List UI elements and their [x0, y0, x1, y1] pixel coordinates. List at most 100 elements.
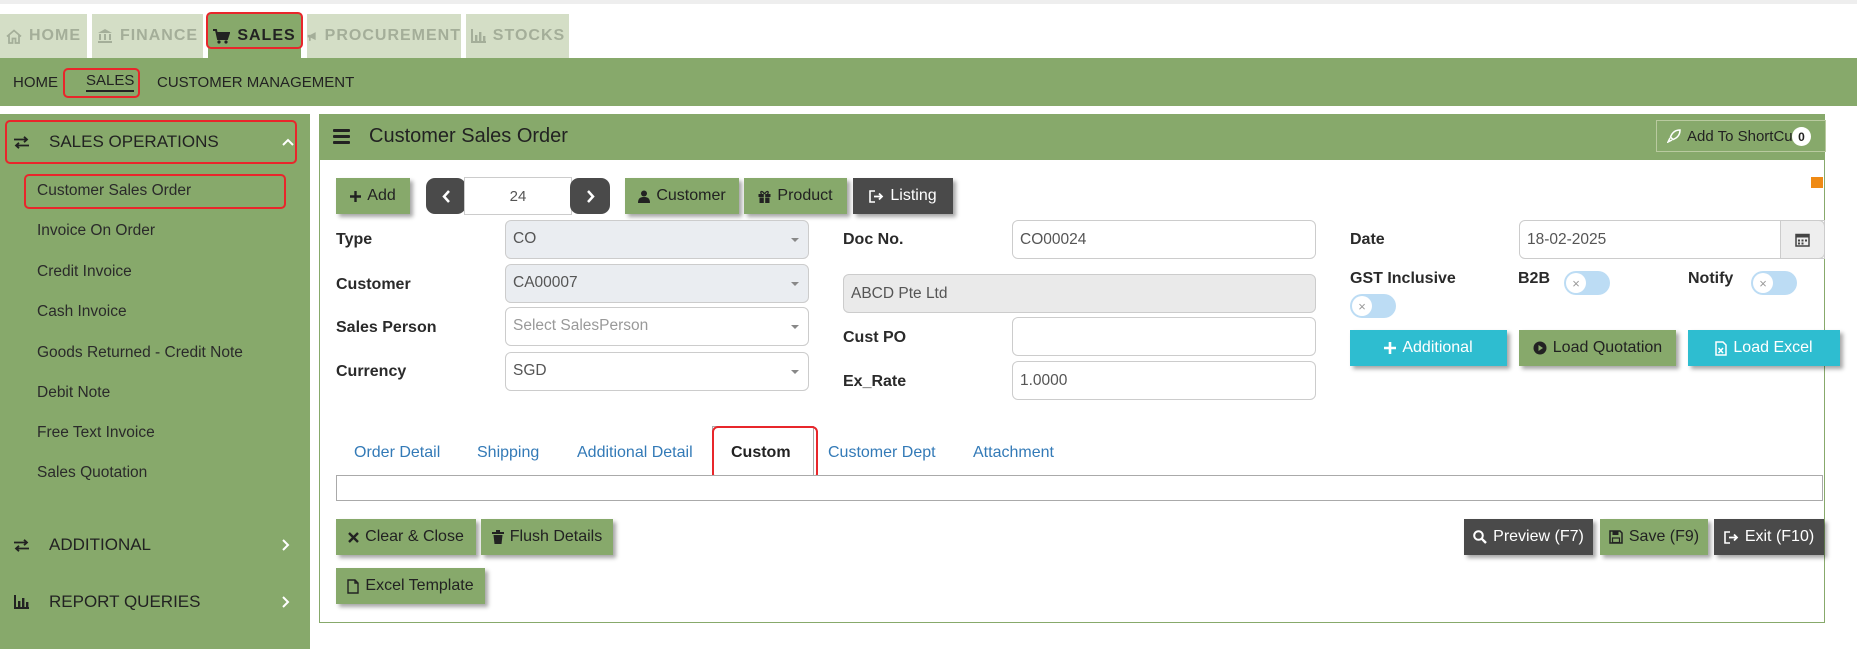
- add-button[interactable]: Add: [336, 178, 410, 214]
- excel-template-button[interactable]: Excel Template: [336, 568, 485, 604]
- add-to-shortcut-button[interactable]: Add To ShortCut 0: [1656, 120, 1826, 152]
- type-label: Type: [336, 231, 373, 248]
- plus-icon: [1384, 342, 1397, 354]
- close-icon: ×: [1566, 273, 1586, 293]
- notify-label: Notify: [1688, 270, 1734, 287]
- customer-button[interactable]: Customer: [625, 178, 739, 214]
- sidebar-item-label: Debit Note: [37, 384, 111, 401]
- sidebar-section-report-queries[interactable]: REPORT QUERIES: [0, 579, 310, 625]
- tab-attachment[interactable]: Attachment: [973, 444, 1054, 462]
- sidebar-item-credit-invoice[interactable]: Credit Invoice: [37, 263, 132, 281]
- b2b-toggle[interactable]: ×: [1564, 271, 1610, 295]
- gst-inclusive-toggle[interactable]: ×: [1350, 294, 1396, 318]
- module-tab-label: HOME: [29, 27, 81, 44]
- module-tab-stocks[interactable]: STOCKS: [466, 14, 569, 58]
- sidebar-item-goods-returned[interactable]: Goods Returned - Credit Note: [37, 344, 243, 362]
- cust-po-field[interactable]: [1012, 317, 1316, 356]
- ex-rate-field[interactable]: 1.0000: [1012, 361, 1316, 400]
- add-button-label: Add: [367, 187, 396, 204]
- module-tab-procurement[interactable]: PROCUREMENT: [307, 14, 461, 58]
- currency-select[interactable]: SGD: [505, 352, 809, 391]
- notify-toggle[interactable]: ×: [1751, 271, 1797, 295]
- load-quotation-button-label: Load Quotation: [1552, 339, 1663, 356]
- sidebar-item-debit-note[interactable]: Debit Note: [37, 384, 110, 402]
- flush-details-button-label: Flush Details: [509, 528, 603, 545]
- listing-button-label: Listing: [890, 187, 937, 204]
- module-tab-home[interactable]: HOME: [0, 14, 87, 58]
- subnav-label: HOME: [13, 73, 58, 91]
- clear-close-button[interactable]: Clear & Close: [336, 519, 476, 555]
- product-button-label: Product: [777, 187, 833, 204]
- listing-button[interactable]: Listing: [853, 178, 953, 214]
- tab-shipping[interactable]: Shipping: [477, 444, 539, 462]
- tab-custom[interactable]: Custom: [731, 444, 791, 462]
- dropdown-caret-icon: [791, 325, 799, 329]
- module-tab-sales[interactable]: SALES: [208, 14, 301, 58]
- chevron-right-icon: [586, 189, 595, 203]
- sign-out-icon: [869, 189, 884, 203]
- product-button[interactable]: Product: [744, 178, 847, 214]
- sidebar-item-cash-invoice[interactable]: Cash Invoice: [37, 303, 127, 321]
- previous-record-button[interactable]: [426, 178, 466, 214]
- load-excel-button[interactable]: Load Excel: [1688, 330, 1840, 366]
- sidebar-section-additional[interactable]: ADDITIONAL: [0, 522, 310, 568]
- sidebar-item-invoice-on-order[interactable]: Invoice On Order: [37, 222, 155, 240]
- dropdown-caret-icon: [791, 282, 799, 286]
- module-tab-label: PROCUREMENT: [324, 27, 461, 44]
- sidebar-section-sales-operations[interactable]: SALES OPERATIONS: [0, 119, 310, 165]
- exit-button[interactable]: Exit (F10): [1714, 519, 1824, 555]
- clear-close-button-label: Clear & Close: [365, 528, 464, 545]
- subnav-home[interactable]: HOME: [13, 58, 58, 106]
- panel-header: Customer Sales Order: [319, 114, 1825, 160]
- load-excel-button-label: Load Excel: [1733, 339, 1813, 356]
- date-picker-button[interactable]: [1780, 220, 1825, 259]
- file-icon: [347, 578, 360, 594]
- calendar-icon: [1795, 233, 1810, 247]
- sidebar-item-label: Free Text Invoice: [37, 424, 155, 441]
- b2b-label: B2B: [1518, 270, 1551, 287]
- next-record-button[interactable]: [570, 178, 610, 214]
- hamburger-menu-icon[interactable]: [333, 129, 350, 144]
- tab-additional-detail[interactable]: Additional Detail: [577, 444, 693, 462]
- exchange-icon: [14, 135, 29, 149]
- excel-template-button-label: Excel Template: [365, 577, 474, 594]
- preview-button[interactable]: Preview (F7): [1464, 519, 1593, 555]
- save-button-label: Save (F9): [1628, 528, 1700, 545]
- module-tab-finance[interactable]: FINANCE: [92, 14, 203, 58]
- additional-button[interactable]: Additional: [1350, 330, 1507, 366]
- currency-select-value: SGD: [513, 362, 547, 379]
- plus-icon: [350, 190, 362, 202]
- flush-details-button[interactable]: Flush Details: [481, 519, 613, 555]
- megaphone-icon: [307, 31, 316, 41]
- tab-order-detail[interactable]: Order Detail: [354, 444, 440, 462]
- preview-button-label: Preview (F7): [1493, 528, 1584, 545]
- sidebar-item-label: Cash Invoice: [37, 303, 127, 320]
- sidebar-item-free-text-invoice[interactable]: Free Text Invoice: [37, 424, 155, 442]
- shortcut-count-badge: 0: [1792, 127, 1811, 146]
- module-tab-label: FINANCE: [119, 27, 199, 44]
- subnav-sales[interactable]: SALES: [86, 58, 135, 106]
- type-select[interactable]: CO: [505, 220, 809, 259]
- type-select-value: CO: [513, 230, 537, 247]
- sidebar-item-customer-sales-order[interactable]: Customer Sales Order: [37, 182, 191, 200]
- chevron-up-icon: [282, 138, 294, 146]
- record-number-input[interactable]: 24: [464, 177, 572, 215]
- subnav-customer-management[interactable]: CUSTOMER MANAGEMENT: [157, 58, 354, 106]
- save-button[interactable]: Save (F9): [1600, 519, 1708, 555]
- load-quotation-button[interactable]: Load Quotation: [1519, 330, 1676, 366]
- module-tab-label: STOCKS: [492, 27, 566, 44]
- sidebar-item-label: Sales Quotation: [37, 464, 148, 481]
- customer-select[interactable]: CA00007: [505, 264, 809, 303]
- date-label: Date: [1350, 231, 1385, 248]
- sales-person-select[interactable]: Select SalesPerson: [505, 307, 809, 346]
- doc-no-field[interactable]: CO00024: [1012, 220, 1316, 259]
- tab-customer-dept[interactable]: Customer Dept: [828, 444, 936, 462]
- close-icon: ×: [1753, 273, 1773, 293]
- sidebar-item-sales-quotation[interactable]: Sales Quotation: [37, 464, 147, 482]
- sidebar-item-label: Invoice On Order: [37, 222, 156, 239]
- sidebar-item-label: Customer Sales Order: [37, 182, 192, 199]
- cust-po-label: Cust PO: [843, 329, 907, 346]
- date-field-value: 18-02-2025: [1527, 231, 1607, 248]
- play-circle-icon: [1533, 341, 1547, 355]
- bar-chart-icon: [470, 28, 486, 43]
